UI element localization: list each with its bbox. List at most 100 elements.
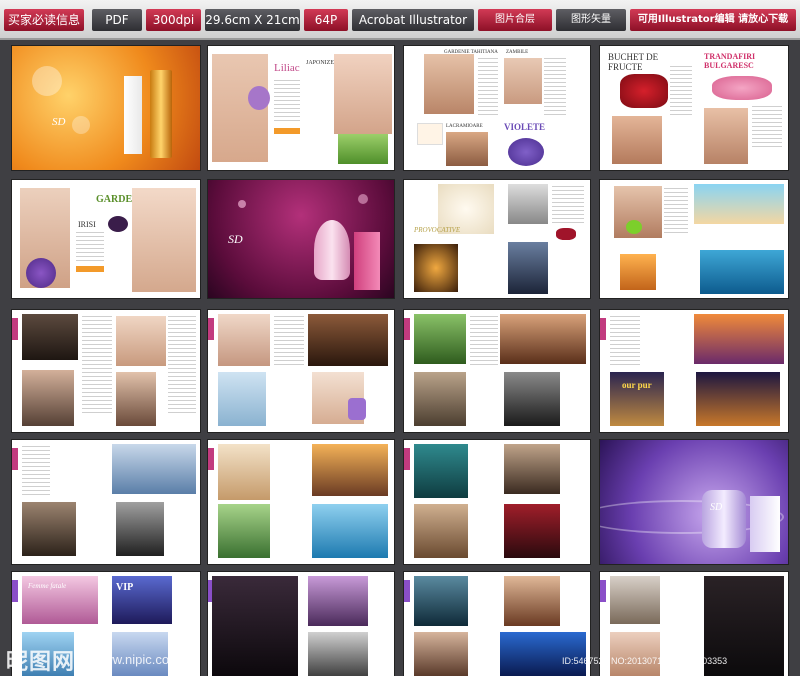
body-text bbox=[670, 66, 692, 116]
spread-garden: GARDEN IRISI bbox=[12, 180, 200, 298]
body-text bbox=[552, 186, 584, 226]
couple-photo bbox=[22, 314, 78, 360]
face-photo bbox=[218, 372, 266, 426]
section-heading: GARDENIE TAHITIANA bbox=[444, 50, 498, 55]
eiffel-photo bbox=[696, 372, 780, 426]
section-tab bbox=[208, 318, 214, 340]
spread-gardenie: GARDENIE TAHITIANA ZAMBILE LACRAMIOARE V… bbox=[404, 46, 590, 170]
header-item-pages: 64P bbox=[304, 9, 348, 31]
spread-title: PROVOCATIVE bbox=[414, 226, 461, 234]
face-photo bbox=[504, 576, 560, 626]
face-photo bbox=[218, 314, 270, 366]
spread-title: Femme fatale bbox=[28, 582, 67, 590]
spread-grid: SD Liliac JAPONIZE GARDENIE TAHITIANA ZA… bbox=[0, 40, 800, 676]
face-photo bbox=[308, 576, 368, 626]
spread-title: VIOLETE bbox=[504, 122, 546, 132]
lilac-flower bbox=[248, 86, 270, 110]
header-item-size: 29.6cm X 21cm bbox=[205, 9, 300, 31]
spread-dark-portraits bbox=[12, 310, 200, 432]
header-item-layers: 图片合层 bbox=[478, 9, 552, 31]
body-text bbox=[274, 80, 300, 124]
sunset-photo bbox=[312, 444, 388, 496]
beach-photo bbox=[694, 184, 784, 224]
spread-cover: SD bbox=[12, 46, 200, 170]
brand-logo: SD bbox=[228, 232, 243, 246]
candle-photo bbox=[414, 244, 458, 292]
spread-liliac: Liliac JAPONIZE bbox=[208, 46, 394, 170]
flower-photo bbox=[418, 124, 442, 144]
perfume-box bbox=[750, 496, 780, 552]
section-heading: ZAMBILE bbox=[506, 50, 529, 55]
face-photo bbox=[504, 372, 560, 426]
violet-flower bbox=[508, 138, 544, 166]
spread-title: VIP bbox=[116, 582, 134, 593]
face-photo bbox=[116, 316, 166, 366]
bokeh-light bbox=[72, 116, 90, 134]
spread-beach bbox=[600, 180, 788, 298]
face-photo bbox=[414, 444, 468, 498]
face-photo bbox=[446, 132, 488, 166]
spread-lingerie bbox=[404, 310, 590, 432]
spread-subtitle: IRISI bbox=[78, 220, 96, 229]
section-tab bbox=[404, 580, 410, 602]
spread-blondes bbox=[208, 440, 394, 564]
body-text bbox=[478, 58, 498, 118]
spread-fur bbox=[12, 440, 200, 564]
header-item-software: Acrobat Illustrator bbox=[352, 9, 474, 31]
couple-photo bbox=[500, 314, 586, 364]
spread-subtitle: JAPONIZE bbox=[306, 60, 334, 66]
perfume-box bbox=[124, 76, 142, 154]
header-item-editable-note: 可用Illustrator编辑 请放心下载 bbox=[630, 9, 796, 31]
face-photo bbox=[112, 444, 196, 494]
body-text bbox=[752, 106, 782, 150]
bokeh-light bbox=[32, 66, 62, 96]
body-text bbox=[470, 316, 498, 366]
section-tab bbox=[12, 448, 18, 470]
price-bar bbox=[76, 266, 104, 272]
section-tab bbox=[600, 318, 606, 340]
body-text bbox=[76, 232, 104, 262]
face-photo bbox=[212, 576, 298, 676]
spread-pink-perfume: SD bbox=[208, 180, 394, 298]
masquerade-photo bbox=[308, 314, 388, 366]
perfume-bottle bbox=[314, 220, 350, 280]
body-text bbox=[168, 316, 196, 416]
spread-title: our pur bbox=[622, 380, 652, 390]
site-url-watermark: www.nipic.com bbox=[94, 652, 180, 667]
site-logo-watermark: 昵图网 bbox=[6, 649, 76, 674]
spread-fruits-roses: BUCHET DE FRUCTE TRANDAFIRI BULGARESC bbox=[600, 46, 788, 170]
apple-photo bbox=[626, 220, 642, 234]
face-photo bbox=[424, 54, 474, 114]
body-text bbox=[610, 316, 640, 366]
couple-photo bbox=[508, 184, 548, 224]
pool-photo bbox=[700, 250, 784, 294]
section-tab bbox=[12, 580, 18, 602]
face-photo bbox=[116, 372, 156, 426]
spread-title: Liliac bbox=[274, 62, 300, 74]
section-tab bbox=[12, 318, 18, 340]
face-photo bbox=[132, 188, 196, 292]
couple-photo bbox=[116, 502, 164, 556]
body-text bbox=[22, 446, 50, 496]
face-photo bbox=[414, 314, 466, 364]
price-bar bbox=[274, 128, 300, 134]
face-photo bbox=[308, 632, 368, 676]
berries-photo bbox=[556, 228, 576, 240]
iris-flower bbox=[26, 258, 56, 288]
section-heading: LACRAMIOARE bbox=[446, 124, 483, 129]
face-photo bbox=[504, 504, 560, 558]
body-text bbox=[544, 58, 566, 118]
drink-photo bbox=[620, 254, 656, 290]
sea-photo bbox=[312, 504, 388, 558]
body-text bbox=[664, 188, 688, 236]
couple-photo bbox=[508, 242, 548, 294]
perfume-bottle bbox=[150, 70, 172, 158]
header-item-pdf: PDF bbox=[92, 9, 142, 31]
couple-photo bbox=[22, 502, 76, 556]
spread-title: TRANDAFIRI BULGARESC bbox=[704, 52, 756, 70]
couple-photo bbox=[414, 504, 468, 558]
garden-photo bbox=[218, 504, 270, 558]
perfume-bottle bbox=[348, 398, 366, 420]
brand-logo: SD bbox=[52, 116, 66, 128]
face-photo bbox=[704, 108, 748, 164]
